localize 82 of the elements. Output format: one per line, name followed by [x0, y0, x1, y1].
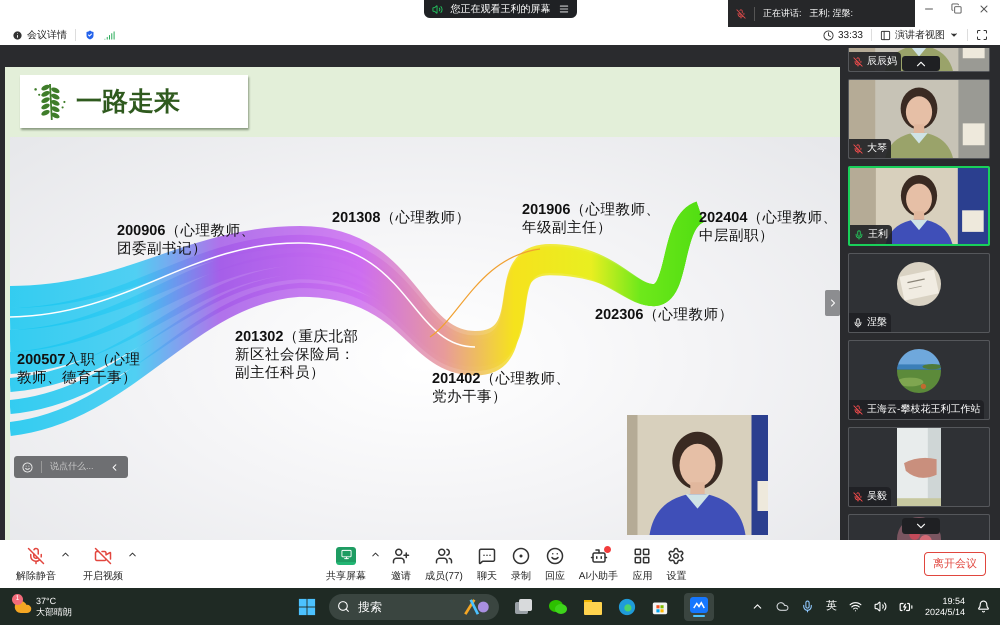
timeline-label: 201402（心理教师、 党办干事）	[432, 370, 572, 406]
search-highlight-icon	[463, 598, 491, 616]
next-page-button[interactable]	[825, 290, 840, 316]
meeting-app-icon[interactable]	[684, 592, 714, 620]
restore-icon[interactable]	[951, 3, 962, 14]
participant-name: 王利	[868, 228, 888, 242]
speaker-icon	[432, 4, 442, 14]
toolbar-button[interactable]: 解除静音	[12, 544, 60, 584]
members-icon	[434, 546, 453, 564]
mic-muted-icon	[736, 8, 746, 18]
menu-icon[interactable]	[558, 4, 568, 14]
search-icon	[337, 600, 350, 613]
chat-app-icon[interactable]	[548, 598, 568, 616]
clock-icon	[822, 30, 834, 40]
clock[interactable]: 19:54 2024/5/14	[924, 596, 965, 618]
notification-bell-icon[interactable]	[977, 600, 990, 613]
video-tile[interactable]: 辰辰妈	[848, 48, 990, 72]
video-tile[interactable]: 王海云-攀枝花王利工作站	[848, 340, 990, 420]
camera-off-icon	[94, 546, 112, 564]
speaking-label: 正在讲话:	[763, 6, 802, 20]
invite-icon	[392, 546, 410, 564]
apps-icon	[633, 546, 652, 564]
react-icon	[546, 546, 564, 564]
temperature: 37°C	[36, 596, 58, 606]
participant-name: 王海云-攀枝花王利工作站	[867, 402, 980, 417]
folder-icon[interactable]	[583, 598, 603, 616]
browser-icon[interactable]	[618, 598, 636, 616]
volume-icon[interactable]	[874, 600, 887, 613]
mic-icon[interactable]	[800, 600, 814, 613]
view-mode-button[interactable]: 演讲者视图	[880, 28, 959, 42]
participant-name: 辰辰妈	[867, 55, 897, 69]
participant-name: 大琴	[867, 142, 887, 156]
input-method-indicator[interactable]: 英	[826, 598, 837, 615]
weather-condition: 大部晴朗	[36, 606, 72, 618]
toolbar-button[interactable]: 成员(77)	[421, 544, 467, 584]
video-tile[interactable]: 王利	[848, 166, 990, 246]
leave-meeting-button[interactable]: 离开会议	[924, 552, 986, 576]
emoji-icon	[22, 462, 33, 472]
speaking-names: 王利; 涅槃:	[810, 6, 854, 20]
toolbar-button[interactable]: 开启视频	[79, 544, 127, 584]
meeting-duration: 33:33	[838, 28, 863, 42]
participant-name: 吴毅	[867, 490, 887, 504]
cloud-icon[interactable]	[776, 600, 789, 613]
settings-icon	[667, 546, 686, 564]
timeline-label: 201906（心理教师、 年级副主任）	[522, 201, 662, 237]
video-tile[interactable]: 涅槃	[848, 253, 990, 333]
task-view-icon[interactable]	[515, 598, 533, 614]
windows-icon[interactable]	[298, 598, 316, 616]
ai-icon	[590, 546, 608, 564]
toolbar-button[interactable]: AI小助手	[574, 544, 622, 584]
info-icon	[12, 30, 23, 40]
fullscreen-icon[interactable]	[976, 29, 988, 41]
shield-icon[interactable]	[84, 29, 96, 41]
slide-title: 一路走来	[76, 85, 180, 118]
toolbar-button[interactable]: 应用	[628, 544, 656, 584]
record-icon	[512, 546, 530, 564]
participant-name: 涅槃	[867, 316, 887, 330]
meeting-details-button[interactable]: 会议详情	[12, 28, 67, 42]
chat-icon	[478, 546, 496, 564]
toolbar-button[interactable]: 邀请	[387, 544, 415, 584]
toolbar-button[interactable]: 设置	[662, 544, 690, 584]
taskbar-search[interactable]: 搜索	[329, 594, 499, 620]
share-screen-icon	[336, 546, 356, 564]
close-icon[interactable]	[978, 3, 990, 15]
signal-icon[interactable]	[104, 30, 115, 40]
scroll-up-button[interactable]	[902, 56, 940, 71]
scroll-down-button[interactable]	[902, 518, 940, 534]
clock-time: 19:54	[942, 596, 965, 606]
mic-muted-icon	[27, 546, 45, 564]
clock-date: 2024/5/14	[924, 606, 965, 618]
chat-placeholder: 说点什么...	[50, 460, 94, 474]
video-tile[interactable]: 大琴	[848, 79, 990, 159]
timeline-label: 201308（心理教师）	[332, 209, 472, 227]
video-tile[interactable]: 吴毅	[848, 427, 990, 507]
toolbar-button[interactable]: 共享屏幕	[322, 544, 370, 584]
viewing-notice: 您正在观看王利的屏幕	[450, 2, 550, 16]
toolbar-button[interactable]: 聊天	[472, 544, 501, 584]
toolbar-button[interactable]: 录制	[506, 544, 535, 584]
toolbar-button[interactable]: 回应	[540, 544, 569, 584]
layout-icon	[880, 30, 891, 40]
timeline-label: 201302（重庆北部 新区社会保险局： 副主任科员）	[235, 328, 360, 382]
timeline-label: 202306（心理教师）	[595, 306, 734, 324]
